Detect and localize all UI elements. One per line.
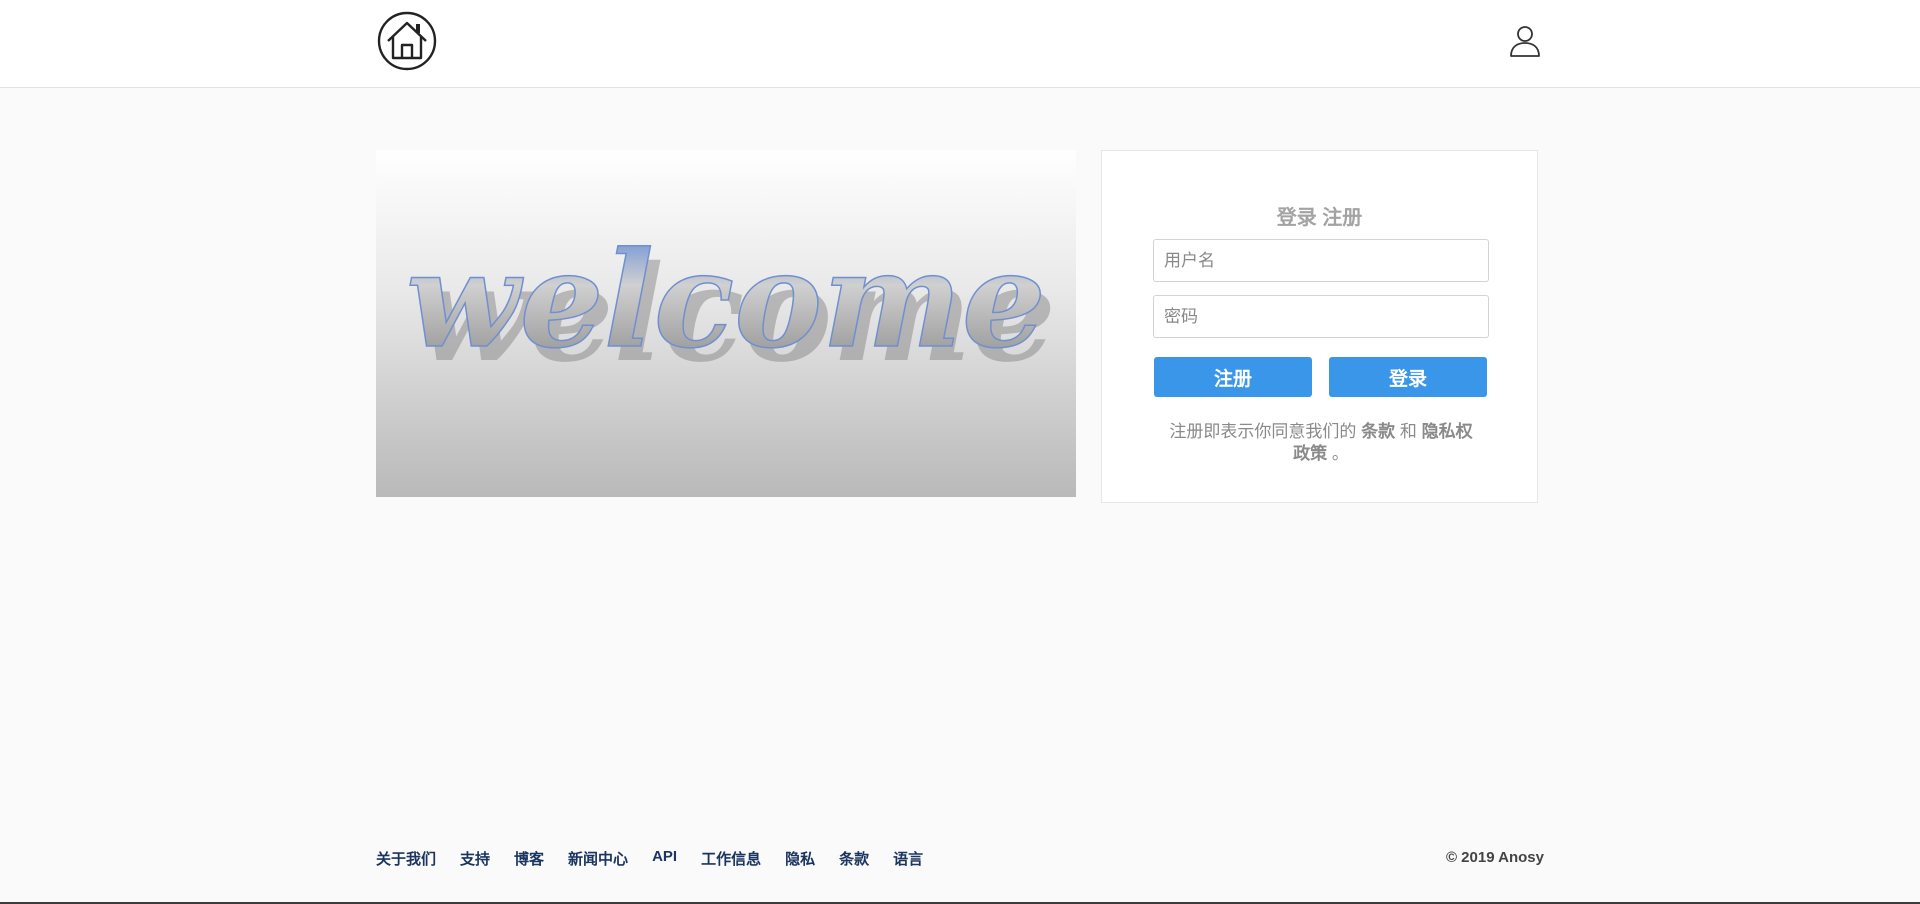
footer-link-api[interactable]: API xyxy=(652,848,677,869)
tab-register[interactable]: 注册 xyxy=(1322,207,1362,229)
terms-suffix: 。 xyxy=(1331,444,1349,463)
footer-link-support[interactable]: 支持 xyxy=(460,848,490,869)
footer-link-language[interactable]: 语言 xyxy=(893,848,923,869)
welcome-banner-image: welcome welcome xyxy=(376,150,1076,497)
footer-link-terms[interactable]: 条款 xyxy=(839,848,869,869)
copyright-text: © 2019 Anosy xyxy=(1445,849,1544,866)
terms-prefix: 注册即表示你同意我们的 xyxy=(1169,422,1357,441)
footer-link-privacy[interactable]: 隐私 xyxy=(785,848,815,869)
terms-and: 和 xyxy=(1399,422,1417,441)
tab-login[interactable]: 登录 xyxy=(1277,207,1317,229)
terms-notice: 注册即表示你同意我们的 条款 和 隐私权政策 。 xyxy=(1162,421,1480,465)
welcome-graphic-text: welcome xyxy=(406,223,1046,378)
home-icon[interactable] xyxy=(376,10,438,72)
top-navbar xyxy=(0,0,1920,88)
login-card: 登录 注册 注册 登录 注册即表示你同意我们的 条款 和 隐私权政策 。 xyxy=(1101,150,1538,503)
password-input[interactable] xyxy=(1153,295,1489,338)
user-icon[interactable] xyxy=(1508,24,1542,58)
register-button[interactable]: 注册 xyxy=(1154,357,1312,397)
footer-link-about[interactable]: 关于我们 xyxy=(376,848,436,869)
footer-link-blog[interactable]: 博客 xyxy=(514,848,544,869)
footer-link-newsroom[interactable]: 新闻中心 xyxy=(568,848,628,869)
login-button[interactable]: 登录 xyxy=(1329,357,1487,397)
username-input[interactable] xyxy=(1153,239,1489,282)
footer-links: 关于我们 支持 博客 新闻中心 API 工作信息 隐私 条款 语言 xyxy=(376,848,947,869)
terms-link[interactable]: 条款 xyxy=(1361,422,1395,441)
auth-tabs: 登录 注册 xyxy=(1102,201,1537,230)
footer-link-jobs[interactable]: 工作信息 xyxy=(701,848,761,869)
